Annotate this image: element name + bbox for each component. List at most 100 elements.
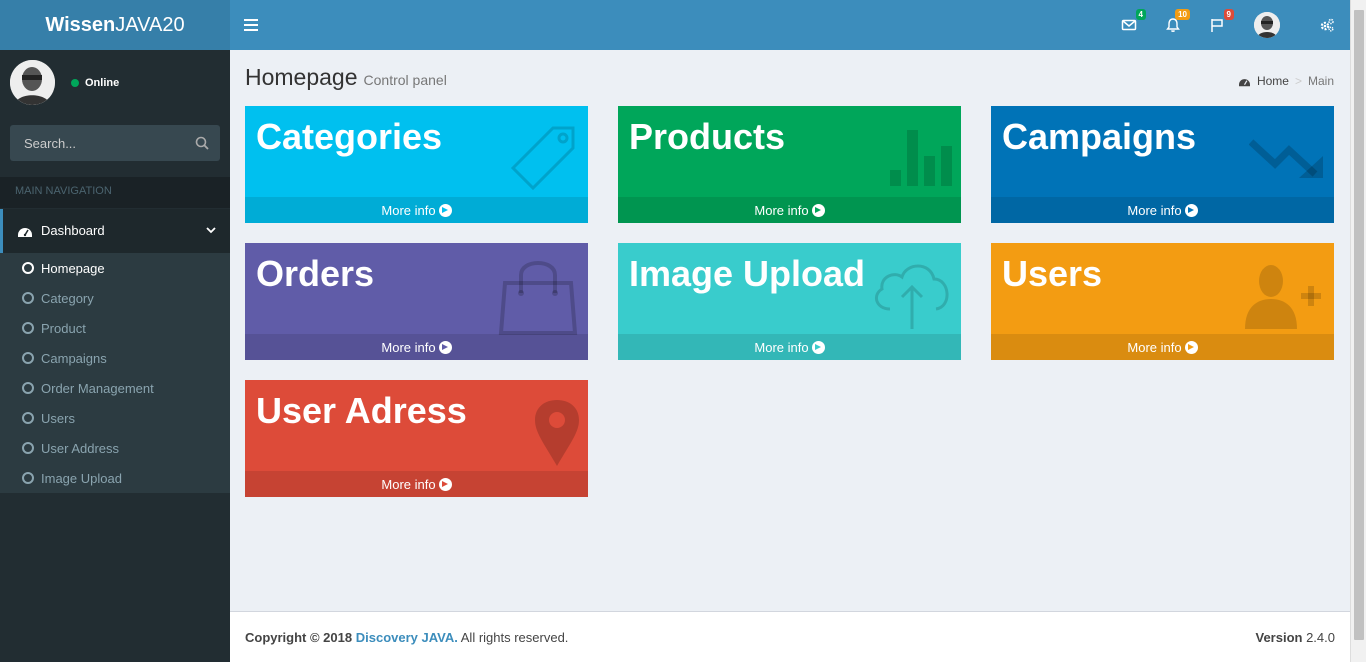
box-title: Users bbox=[1002, 253, 1103, 294]
box-orders[interactable]: Orders More info bbox=[245, 243, 588, 360]
sidebar-item-label: Campaigns bbox=[41, 350, 107, 366]
more-info-label: More info bbox=[1127, 339, 1182, 355]
sidebar-item-label: Users bbox=[41, 410, 75, 426]
sidebar-toggle-icon[interactable] bbox=[244, 16, 258, 34]
sidebar-item-label: Image Upload bbox=[41, 470, 122, 486]
breadcrumb: Home > Main bbox=[1238, 74, 1334, 88]
sidebar-item-homepage[interactable]: Homepage bbox=[0, 253, 230, 283]
circle-icon bbox=[22, 322, 34, 334]
more-info-link[interactable]: More info bbox=[991, 197, 1334, 223]
more-info-link[interactable]: More info bbox=[245, 334, 588, 360]
user-avatar-menu[interactable] bbox=[1254, 12, 1280, 38]
sidebar-item-image-upload[interactable]: Image Upload bbox=[0, 463, 230, 493]
online-status: Online bbox=[70, 77, 119, 89]
rights-text: All rights reserved. bbox=[460, 630, 569, 645]
sidebar-item-order-management[interactable]: Order Management bbox=[0, 373, 230, 403]
envelope-icon bbox=[1121, 19, 1137, 31]
more-info-label: More info bbox=[381, 202, 436, 218]
online-status-label: Online bbox=[85, 77, 120, 89]
sidebar-item-user-address[interactable]: User Address bbox=[0, 433, 230, 463]
box-user-address[interactable]: User Adress More info bbox=[245, 380, 588, 497]
page-subtitle: Control panel bbox=[363, 72, 447, 88]
shopping-bag-icon bbox=[498, 261, 578, 335]
sidebar-item-product[interactable]: Product bbox=[0, 313, 230, 343]
search-icon[interactable] bbox=[194, 135, 210, 151]
arrow-circle-right-icon bbox=[438, 340, 452, 354]
flag-icon bbox=[1211, 19, 1223, 32]
more-info-label: More info bbox=[381, 339, 436, 355]
circle-icon bbox=[22, 382, 34, 394]
tasks-menu[interactable]: 9 bbox=[1206, 9, 1234, 36]
sidebar-item-category[interactable]: Category bbox=[0, 283, 230, 313]
footer-version: Version 2.4.0 bbox=[1255, 630, 1335, 645]
sidebar-item-label: Homepage bbox=[41, 260, 105, 276]
more-info-link[interactable]: More info bbox=[618, 197, 961, 223]
footer-link[interactable]: Discovery JAVA. bbox=[356, 630, 458, 645]
avatar-image bbox=[10, 60, 55, 105]
page-title: Homepage bbox=[245, 64, 358, 90]
sidebar-item-label: Order Management bbox=[41, 380, 154, 396]
user-panel: Online bbox=[10, 60, 220, 105]
more-info-label: More info bbox=[754, 202, 809, 218]
sidebar-item-label: Category bbox=[41, 290, 94, 306]
more-info-link[interactable]: More info bbox=[245, 471, 588, 497]
dashboard-submenu: Homepage Category Product Campaigns Orde… bbox=[0, 253, 230, 493]
more-info-label: More info bbox=[381, 476, 436, 492]
circle-icon bbox=[22, 292, 34, 304]
more-info-link[interactable]: More info bbox=[245, 197, 588, 223]
page-scrollbar[interactable] bbox=[1350, 0, 1366, 662]
box-products[interactable]: Products More info bbox=[618, 106, 961, 223]
copyright-text: Copyright © 2018 bbox=[245, 630, 353, 645]
box-title: Categories bbox=[256, 116, 443, 157]
main-navigation-header: MAIN NAVIGATION bbox=[0, 177, 230, 208]
more-info-link[interactable]: More info bbox=[991, 334, 1334, 360]
sidebar-item-label: User Address bbox=[41, 440, 120, 456]
tag-icon bbox=[510, 126, 575, 191]
breadcrumb-home[interactable]: Home bbox=[1257, 74, 1289, 88]
circle-icon bbox=[22, 352, 34, 364]
avatar-image bbox=[1254, 12, 1280, 38]
sidebar-item-campaigns[interactable]: Campaigns bbox=[0, 343, 230, 373]
version-label: Version bbox=[1255, 630, 1303, 645]
box-users[interactable]: Users More info bbox=[991, 243, 1334, 360]
box-title: Image Upload bbox=[629, 253, 866, 294]
sidebar-item-label: Product bbox=[41, 320, 86, 336]
messages-menu[interactable]: 4 bbox=[1118, 9, 1146, 36]
sidebar-item-dashboard[interactable]: Dashboard bbox=[0, 209, 230, 253]
arrow-circle-right-icon bbox=[811, 340, 825, 354]
arrow-circle-right-icon bbox=[1184, 340, 1198, 354]
gears-icon bbox=[1320, 18, 1334, 32]
box-title: Orders bbox=[256, 253, 375, 294]
notifications-menu[interactable]: 10 bbox=[1162, 9, 1190, 36]
user-plus-icon bbox=[1245, 265, 1321, 329]
sidebar-item-label: Dashboard bbox=[41, 223, 105, 238]
dashboard-icon bbox=[18, 228, 32, 237]
box-title: Campaigns bbox=[1002, 116, 1197, 157]
bar-chart-icon bbox=[890, 130, 952, 186]
search-input[interactable] bbox=[10, 125, 180, 161]
footer: Copyright © 2018 Discovery JAVA. All rig… bbox=[230, 611, 1350, 662]
arrow-circle-right-icon bbox=[438, 477, 452, 491]
circle-icon bbox=[22, 472, 34, 484]
sidebar-item-users[interactable]: Users bbox=[0, 403, 230, 433]
chevron-down-icon bbox=[206, 227, 216, 234]
map-marker-icon bbox=[535, 400, 579, 466]
box-categories[interactable]: Categories More info bbox=[245, 106, 588, 223]
more-info-link[interactable]: More info bbox=[618, 334, 961, 360]
circle-icon bbox=[22, 262, 34, 274]
box-campaigns[interactable]: Campaigns More info bbox=[991, 106, 1334, 223]
circle-icon bbox=[22, 442, 34, 454]
dashboard-icon bbox=[1238, 78, 1250, 86]
box-image-upload[interactable]: Image Upload More info bbox=[618, 243, 961, 360]
user-avatar bbox=[10, 60, 55, 105]
messages-badge: 4 bbox=[1135, 9, 1146, 20]
box-title: User Adress bbox=[256, 390, 467, 431]
brand-logo[interactable]: Wissen JAVA20 bbox=[0, 0, 230, 50]
more-info-label: More info bbox=[1127, 202, 1182, 218]
breadcrumb-current: Main bbox=[1307, 74, 1334, 88]
control-sidebar-toggle[interactable] bbox=[1316, 14, 1338, 36]
more-info-label: More info bbox=[754, 339, 809, 355]
box-title: Products bbox=[629, 116, 786, 157]
scrollbar-thumb[interactable] bbox=[1354, 10, 1364, 640]
tasks-badge: 9 bbox=[1223, 9, 1234, 20]
